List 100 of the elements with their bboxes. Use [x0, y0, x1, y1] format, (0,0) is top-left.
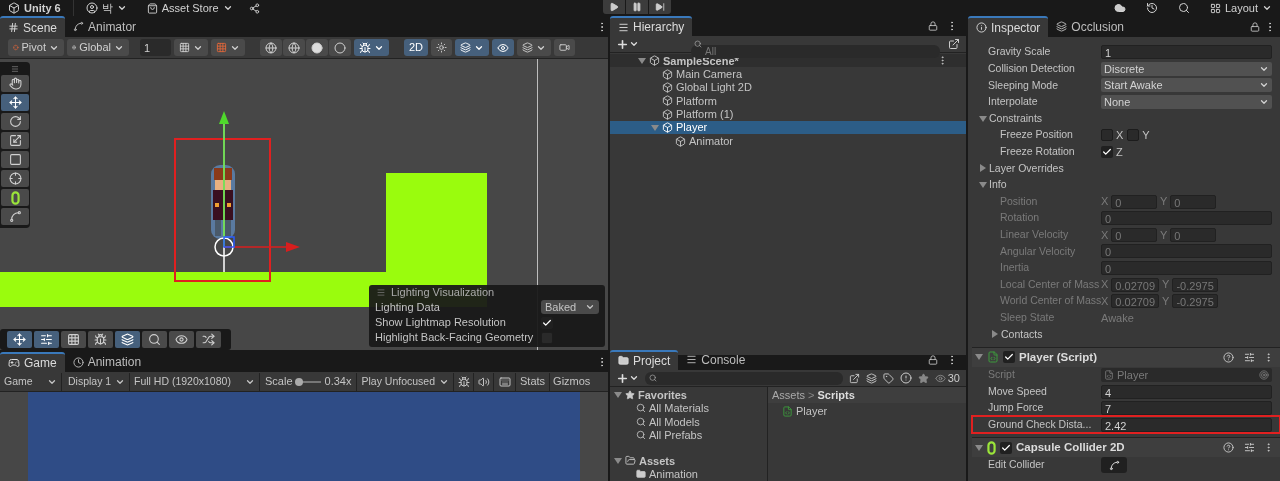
- hierarchy-search-field[interactable]: All: [691, 44, 940, 58]
- grip-icon[interactable]: [375, 287, 387, 297]
- tool-button[interactable]: [1, 94, 29, 111]
- lock-icon[interactable]: [928, 21, 938, 32]
- expanded-arrow-icon[interactable]: [613, 456, 622, 466]
- value-field[interactable]: 2.42: [1101, 417, 1272, 432]
- help-icon[interactable]: [1223, 351, 1234, 363]
- tab[interactable]: Animator: [65, 16, 145, 37]
- mode-2d-toggle[interactable]: 2D: [404, 39, 428, 56]
- asset-store-button[interactable]: Asset Store: [138, 0, 241, 17]
- lock-icon[interactable]: [928, 355, 938, 365]
- scene-search-icon[interactable]: [848, 372, 860, 384]
- property-dropdown[interactable]: Start Awake: [1101, 78, 1272, 93]
- expanded-arrow-icon[interactable]: [978, 114, 987, 124]
- tab[interactable]: Occlusion: [1048, 16, 1133, 37]
- presets-icon[interactable]: [1244, 351, 1255, 363]
- grid-snap-dropdown[interactable]: [174, 39, 208, 56]
- layers-dropdown[interactable]: [517, 39, 551, 56]
- play-button[interactable]: [603, 0, 625, 14]
- edit-collider-button[interactable]: [1101, 457, 1127, 474]
- camera-dropdown[interactable]: [554, 39, 575, 56]
- scene-search-icon[interactable]: [948, 38, 960, 51]
- snap-value-field[interactable]: 1: [140, 39, 171, 56]
- component-header[interactable]: Capsule Collider 2D: [972, 437, 1280, 458]
- folder-item[interactable]: Animation: [610, 467, 767, 481]
- tool-button[interactable]: [1, 170, 29, 187]
- presets-icon[interactable]: [1244, 442, 1255, 454]
- resolution-dropdown[interactable]: Full HD (1920x1080): [130, 372, 260, 391]
- account-button[interactable]: 박: [73, 0, 139, 17]
- layout-button[interactable]: Layout: [1209, 0, 1272, 17]
- hierarchy-item[interactable]: Main Camera: [610, 67, 966, 81]
- shaded-button[interactable]: [306, 39, 328, 56]
- unlit-button[interactable]: [329, 39, 351, 56]
- cloud-icon[interactable]: [1113, 2, 1126, 14]
- hierarchy-item[interactable]: Platform (1): [610, 107, 966, 121]
- slider-thumb[interactable]: [294, 377, 303, 386]
- step-button[interactable]: [649, 0, 671, 14]
- overlay-button[interactable]: [115, 331, 140, 348]
- checkbox[interactable]: [1127, 129, 1140, 142]
- alert-icon[interactable]: [899, 372, 912, 384]
- help-icon[interactable]: [1223, 442, 1234, 454]
- overlay-button[interactable]: [142, 331, 167, 348]
- tab[interactable]: Animation: [64, 352, 150, 372]
- display-dropdown[interactable]: Display 1: [62, 372, 130, 391]
- wireframe-button[interactable]: [260, 39, 282, 56]
- property-dropdown[interactable]: Discrete: [1101, 61, 1272, 76]
- lighting-toggle[interactable]: [431, 39, 452, 56]
- checkbox[interactable]: [1101, 145, 1113, 158]
- hierarchy-tab[interactable]: Hierarchy: [610, 16, 693, 37]
- hierarchy-item[interactable]: Global Light 2D: [610, 80, 966, 95]
- lighting-data-dropdown[interactable]: Baked: [541, 300, 599, 314]
- lock-icon[interactable]: [1250, 22, 1260, 32]
- shaded-wireframe-button[interactable]: [283, 39, 305, 56]
- overlay-button[interactable]: [61, 331, 86, 348]
- view-dropdown[interactable]: Game: [0, 372, 62, 391]
- hierarchy-item[interactable]: Player: [610, 121, 966, 135]
- tool-button[interactable]: [1, 75, 29, 92]
- grip-icon[interactable]: [9, 65, 21, 73]
- component-header[interactable]: Player (Script): [972, 346, 1280, 367]
- tool-button[interactable]: [1, 208, 29, 225]
- overlay-button[interactable]: [169, 331, 194, 348]
- visibility-toggle[interactable]: [492, 39, 514, 56]
- add-button[interactable]: [616, 37, 639, 51]
- assets-label[interactable]: Assets: [639, 452, 676, 469]
- collapsed-arrow-icon[interactable]: [978, 163, 987, 173]
- history-icon[interactable]: [1145, 2, 1158, 14]
- overlay-button[interactable]: [196, 331, 221, 348]
- add-button[interactable]: [616, 371, 639, 385]
- tool-button[interactable]: [1, 189, 29, 206]
- tool-button[interactable]: [1, 132, 29, 149]
- value-field[interactable]: 7: [1101, 401, 1272, 416]
- expanded-arrow-icon[interactable]: [974, 443, 983, 453]
- tab[interactable]: Project: [610, 349, 679, 370]
- checkbox[interactable]: [1101, 129, 1113, 142]
- overlay-button[interactable]: [88, 331, 113, 348]
- expanded-arrow-icon[interactable]: [613, 390, 622, 400]
- expanded-arrow-icon[interactable]: [978, 180, 987, 190]
- favorite-item[interactable]: All Prefabs: [610, 428, 767, 442]
- tab[interactable]: Inspector: [968, 16, 1049, 37]
- pivot-dropdown[interactable]: Pivot: [8, 39, 64, 56]
- project-search-field[interactable]: [645, 371, 843, 385]
- star-icon[interactable]: [917, 372, 929, 384]
- tag-icon[interactable]: [882, 372, 894, 384]
- file-item[interactable]: Player: [768, 403, 966, 419]
- scene-view[interactable]: Lighting Visualization Lighting Data Baked Show Lightmap Resolution Highlight Back-Facing Geometry: [0, 59, 608, 350]
- overlay-button[interactable]: [7, 331, 32, 348]
- hierarchy-item[interactable]: Platform: [610, 94, 966, 108]
- object-picker-icon[interactable]: [1259, 370, 1269, 380]
- favorites-label[interactable]: Favorites: [638, 386, 687, 403]
- breadcrumb-link[interactable]: Scripts: [817, 386, 855, 404]
- checkbox[interactable]: [1000, 441, 1012, 454]
- global-dropdown[interactable]: Global: [67, 39, 129, 56]
- type-filter-icon[interactable]: [865, 372, 877, 384]
- stats-button[interactable]: Stats: [516, 372, 551, 391]
- favorite-item[interactable]: All Models: [610, 415, 767, 429]
- tool-button[interactable]: [1, 113, 29, 130]
- value-field[interactable]: 1: [1101, 45, 1272, 60]
- effects-dropdown[interactable]: [455, 39, 489, 56]
- increment-snap-dropdown[interactable]: [211, 39, 245, 56]
- expanded-arrow-icon[interactable]: [637, 56, 646, 66]
